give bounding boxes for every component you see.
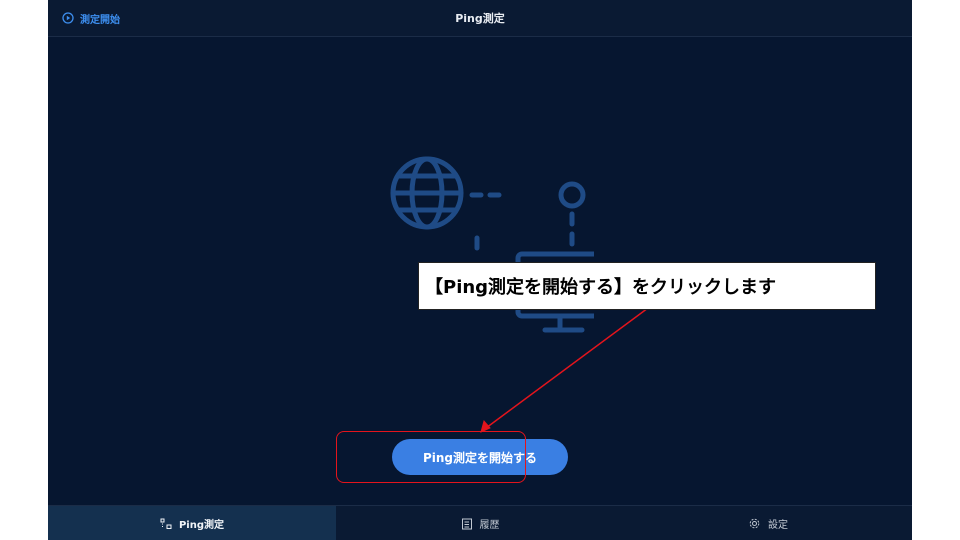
instruction-callout: 【Ping測定を開始する】をクリックします	[418, 262, 876, 310]
